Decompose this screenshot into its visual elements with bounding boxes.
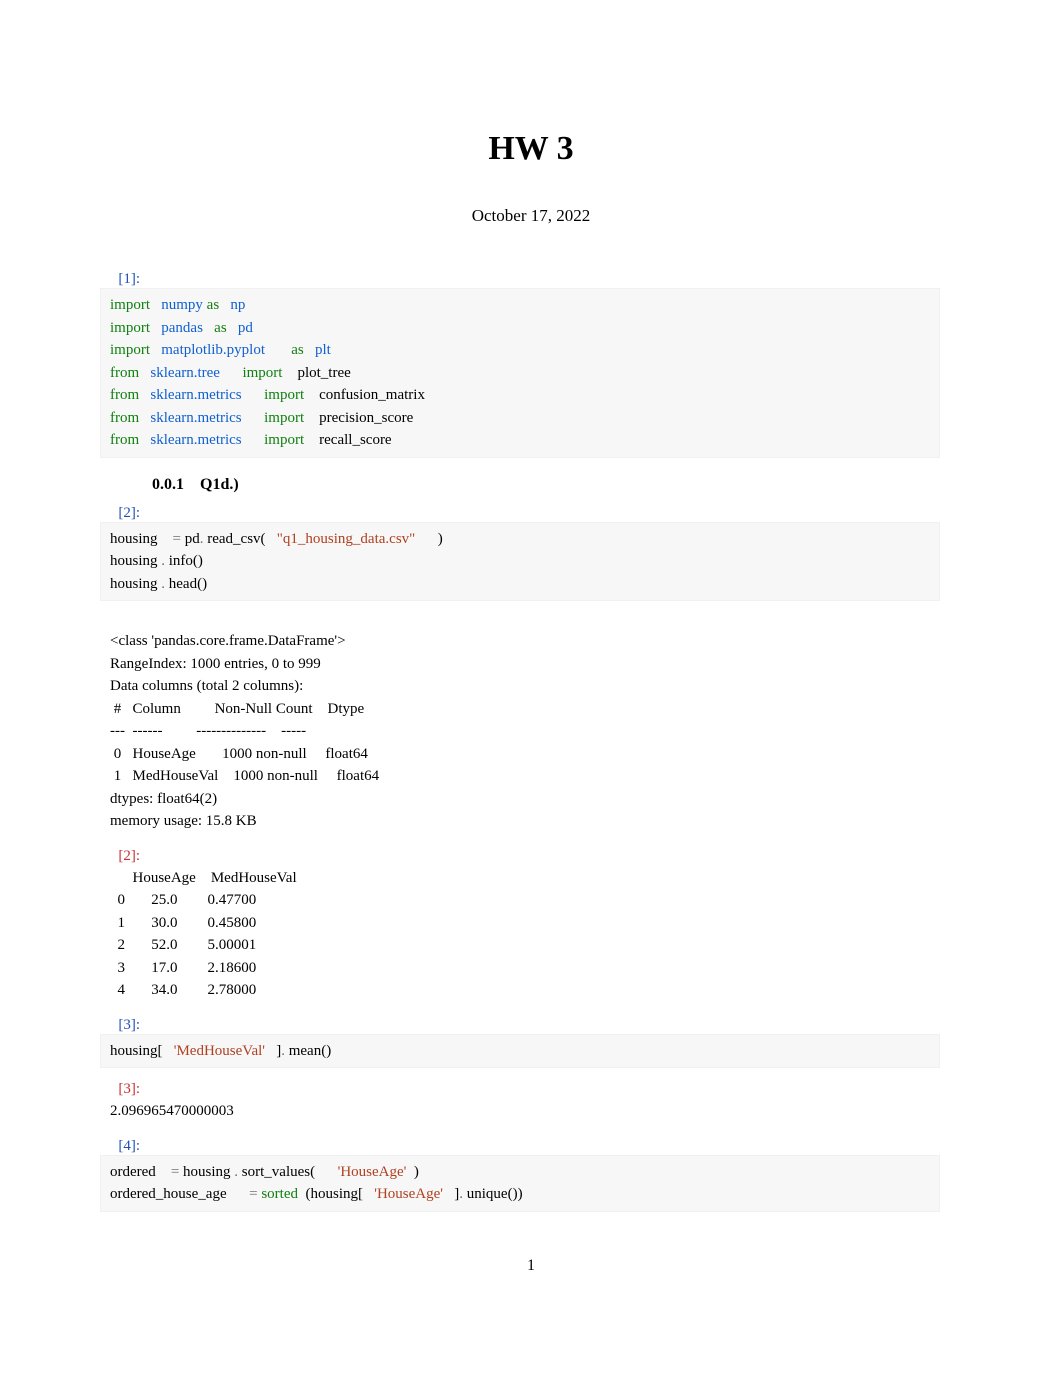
output-prompt-3: [3]: (100, 1078, 140, 1098)
code-cell-2: [2]: housing = pd. read_csv( "q1_housing… (100, 502, 962, 602)
document-title: HW 3 (100, 130, 962, 168)
code-content-2: housing = pd. read_csv( "q1_housing_data… (100, 522, 940, 602)
code-content-1: import numpy as np import pandas as pd i… (100, 288, 940, 458)
code-content-4: ordered = housing . sort_values( 'HouseA… (100, 1155, 940, 1212)
output-text-2: <class 'pandas.core.frame.DataFrame'> Ra… (100, 628, 940, 835)
output-prompt-2: [2]: (100, 845, 140, 865)
output-cell-3: [3]: 2.096965470000003 (100, 1078, 962, 1125)
code-cell-1: [1]: import numpy as np import pandas as… (100, 268, 962, 458)
output-cell-2: [2]: HouseAge MedHouseVal 0 25.0 0.47700… (100, 845, 962, 1004)
code-cell-3: [3]: housing[ 'MedHouseVal' ]. mean() (100, 1014, 962, 1069)
input-prompt-1: [1]: (100, 268, 140, 288)
input-prompt-2: [2]: (100, 502, 140, 522)
output-result-3: 2.096965470000003 (100, 1098, 940, 1125)
document-date: October 17, 2022 (100, 206, 962, 226)
section-heading-q1d: 0.0.1 Q1d.) (152, 476, 962, 494)
code-cell-4: [4]: ordered = housing . sort_values( 'H… (100, 1135, 962, 1212)
empty-prompt (100, 611, 140, 614)
page-number: 1 (100, 1257, 962, 1275)
code-content-3: housing[ 'MedHouseVal' ]. mean() (100, 1034, 940, 1069)
input-prompt-4: [4]: (100, 1135, 140, 1155)
input-prompt-3: [3]: (100, 1014, 140, 1034)
output-text-cell-2: <class 'pandas.core.frame.DataFrame'> Ra… (100, 611, 962, 835)
output-result-2: HouseAge MedHouseVal 0 25.0 0.47700 1 30… (100, 865, 940, 1004)
